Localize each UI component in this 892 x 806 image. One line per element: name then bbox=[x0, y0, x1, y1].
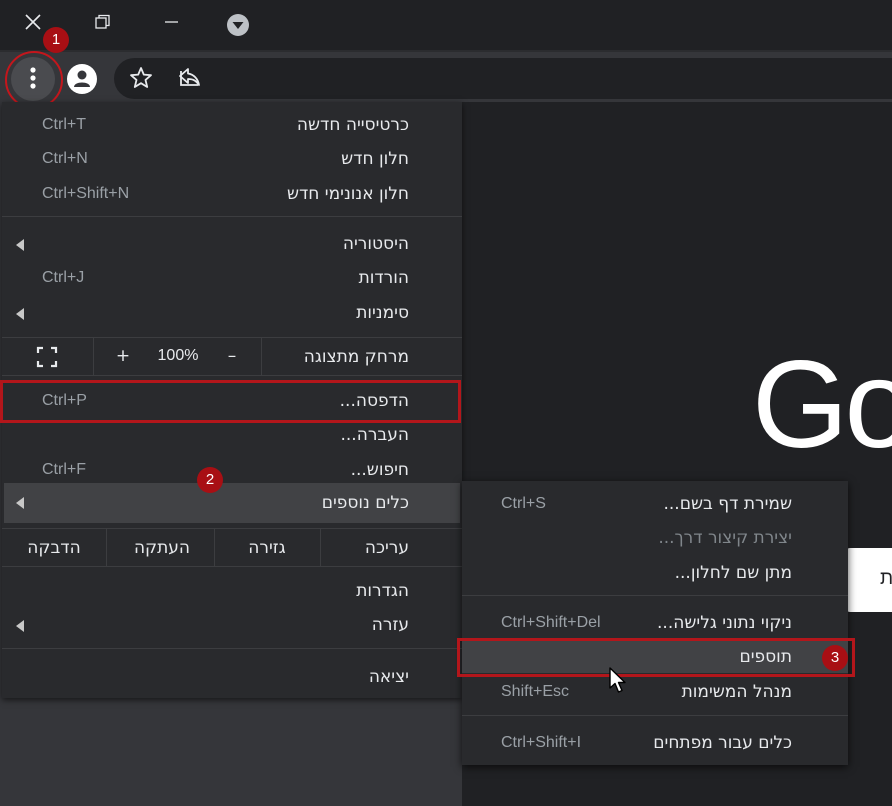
menu-item-shortcut: Ctrl+N bbox=[42, 150, 88, 167]
menu-item-more-tools[interactable]: כלים נוספים bbox=[4, 483, 460, 523]
step-2-badge: 2 bbox=[197, 467, 223, 493]
minimize-icon[interactable] bbox=[157, 8, 187, 38]
browser-menu-button[interactable] bbox=[11, 57, 55, 101]
profile-button[interactable] bbox=[64, 61, 100, 97]
person-icon bbox=[67, 64, 97, 94]
step-1-badge: 1 bbox=[43, 27, 69, 53]
submenu-item-name-window[interactable]: מתן שם לחלון... bbox=[462, 557, 848, 589]
submenu-arrow-icon bbox=[16, 620, 24, 632]
edit-row: עריכה גזירה העתקה הדבקה bbox=[2, 529, 462, 567]
submenu-item-clear-browsing-data[interactable]: ניקוי נתוני גלישה... Ctrl+Shift+Del bbox=[462, 607, 848, 639]
submenu-item-label: יצירת קיצור דרך... bbox=[658, 528, 792, 548]
submenu-item-developer-tools[interactable]: כלים עבור מפתחים Ctrl+Shift+I bbox=[462, 727, 848, 759]
submenu-item-shortcut: Ctrl+Shift+Del bbox=[501, 614, 601, 631]
menu-separator bbox=[2, 566, 462, 567]
submenu-item-create-shortcut: יצירת קיצור דרך... bbox=[462, 522, 848, 554]
submenu-arrow-icon bbox=[16, 497, 24, 509]
mouse-cursor-icon bbox=[608, 666, 630, 696]
vertical-dots-icon bbox=[30, 67, 36, 89]
menu-item-shortcut: Ctrl+P bbox=[42, 392, 87, 409]
submenu-item-extensions[interactable]: תוספים bbox=[462, 641, 848, 673]
address-bar[interactable] bbox=[114, 58, 892, 99]
menu-item-downloads[interactable]: הורדות Ctrl+J bbox=[2, 262, 462, 294]
menu-item-label: חיפוש... bbox=[350, 460, 409, 480]
cut-button[interactable]: גזירה bbox=[234, 538, 300, 558]
menu-item-print[interactable]: הדפסה... Ctrl+P bbox=[2, 385, 462, 417]
menu-item-new-incognito-window[interactable]: חלון אנונימי חדש Ctrl+Shift+N bbox=[2, 178, 462, 210]
menu-separator bbox=[2, 648, 462, 649]
copy-button[interactable]: העתקה bbox=[122, 538, 202, 558]
menu-item-label: סימניות bbox=[356, 303, 409, 323]
zoom-out-button[interactable]: – bbox=[220, 346, 244, 366]
submenu-item-label: מתן שם לחלון... bbox=[674, 563, 792, 583]
more-tools-submenu: שמירת דף בשם... Ctrl+S יצירת קיצור דרך..… bbox=[462, 481, 848, 765]
menu-item-settings[interactable]: הגדרות bbox=[2, 575, 462, 607]
menu-item-shortcut: Ctrl+T bbox=[42, 116, 86, 133]
paste-button[interactable]: הדבקה bbox=[18, 538, 90, 558]
menu-item-new-tab[interactable]: כרטיסייה חדשה Ctrl+T bbox=[2, 109, 462, 141]
zoom-divider bbox=[261, 338, 262, 376]
menu-separator bbox=[2, 375, 462, 376]
menu-item-label: חלון חדש bbox=[341, 149, 409, 169]
submenu-item-label: מנהל המשימות bbox=[681, 682, 792, 702]
submenu-arrow-icon bbox=[16, 239, 24, 251]
search-input[interactable]: ת את bbox=[846, 548, 892, 612]
submenu-item-label: ניקוי נתוני גלישה... bbox=[657, 613, 792, 633]
menu-item-label: היסטוריה bbox=[342, 234, 409, 254]
menu-item-label: הגדרות bbox=[356, 581, 409, 601]
submenu-item-shortcut: Ctrl+Shift+I bbox=[501, 734, 582, 751]
browser-main-menu: כרטיסייה חדשה Ctrl+T חלון חדש Ctrl+N חלו… bbox=[2, 102, 462, 698]
menu-item-label: חלון אנונימי חדש bbox=[286, 184, 409, 204]
submenu-item-label: תוספים bbox=[739, 647, 792, 667]
title-bar bbox=[0, 0, 892, 50]
menu-item-label: כלים נוספים bbox=[321, 493, 409, 513]
menu-item-label: העברה... bbox=[340, 425, 410, 445]
menu-item-find[interactable]: חיפוש... Ctrl+F bbox=[2, 454, 462, 486]
zoom-level: 100% bbox=[157, 347, 199, 364]
menu-item-label: כרטיסייה חדשה bbox=[296, 115, 409, 135]
menu-item-shortcut: Ctrl+J bbox=[42, 269, 85, 286]
submenu-separator bbox=[462, 595, 848, 596]
menu-item-exit[interactable]: יציאה bbox=[2, 661, 462, 693]
step-3-badge: 3 bbox=[822, 645, 848, 671]
zoom-label: מרחק מתצוגה bbox=[303, 347, 409, 367]
menu-item-shortcut: Ctrl+F bbox=[42, 461, 86, 478]
edit-divider bbox=[214, 529, 215, 567]
edit-divider bbox=[320, 529, 321, 567]
submenu-arrow-icon bbox=[16, 308, 24, 320]
menu-item-label: עזרה bbox=[371, 615, 409, 635]
share-icon[interactable] bbox=[176, 65, 204, 91]
menu-item-history[interactable]: היסטוריה bbox=[2, 228, 462, 260]
edit-label: עריכה bbox=[364, 538, 409, 558]
submenu-item-label: שמירת דף בשם... bbox=[663, 494, 793, 514]
search-placeholder: ת את bbox=[880, 568, 892, 589]
submenu-item-shortcut: Shift+Esc bbox=[501, 683, 570, 700]
edit-divider bbox=[106, 529, 107, 567]
restore-icon[interactable] bbox=[88, 8, 118, 38]
menu-item-label: יציאה bbox=[368, 667, 409, 687]
menu-item-label: הורדות bbox=[358, 268, 409, 288]
fullscreen-icon[interactable] bbox=[36, 346, 58, 368]
submenu-item-save-page[interactable]: שמירת דף בשם... Ctrl+S bbox=[462, 488, 848, 520]
google-logo: Go bbox=[752, 336, 892, 474]
star-icon[interactable] bbox=[128, 65, 154, 91]
zoom-divider bbox=[93, 338, 94, 376]
menu-item-label: הדפסה... bbox=[339, 391, 409, 411]
submenu-separator bbox=[462, 715, 848, 716]
menu-item-bookmarks[interactable]: סימניות bbox=[2, 297, 462, 329]
menu-item-cast[interactable]: העברה... bbox=[2, 419, 462, 451]
submenu-item-task-manager[interactable]: מנהל המשימות Shift+Esc bbox=[462, 676, 848, 708]
menu-item-shortcut: Ctrl+Shift+N bbox=[42, 185, 130, 202]
submenu-item-label: כלים עבור מפתחים bbox=[653, 733, 792, 753]
chevron-down-icon[interactable] bbox=[223, 10, 253, 40]
zoom-row: מרחק מתצוגה – 100% + bbox=[2, 338, 462, 376]
menu-item-help[interactable]: עזרה bbox=[2, 609, 462, 641]
submenu-item-shortcut: Ctrl+S bbox=[501, 495, 546, 512]
menu-separator bbox=[2, 216, 462, 217]
zoom-in-button[interactable]: + bbox=[111, 346, 135, 366]
menu-item-new-window[interactable]: חלון חדש Ctrl+N bbox=[2, 143, 462, 175]
